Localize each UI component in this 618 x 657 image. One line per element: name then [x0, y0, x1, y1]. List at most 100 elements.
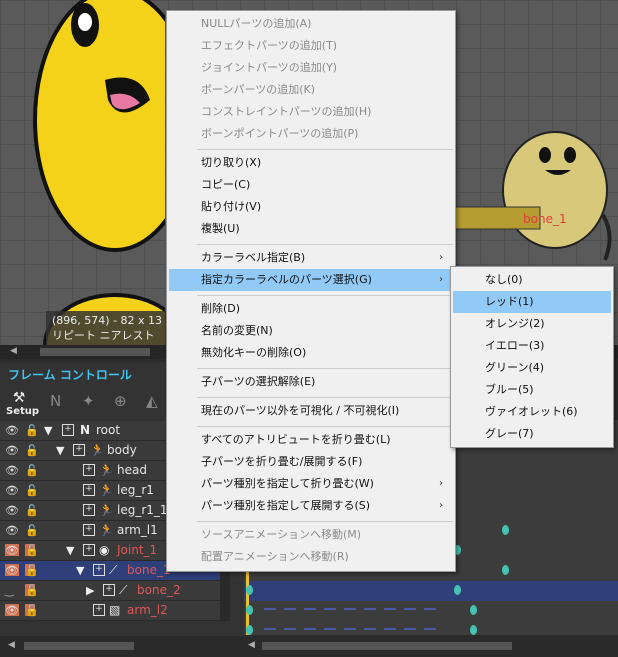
lock-icon[interactable]: 🔓 [25, 444, 39, 457]
setup-label: Setup [6, 406, 40, 417]
menu-separator [197, 149, 453, 150]
menu-go-placement-animation[interactable]: 配置アニメーションへ移動(R) [169, 546, 453, 568]
keyframe[interactable] [470, 625, 477, 635]
toggle-box-icon[interactable]: + [93, 564, 105, 576]
eye-icon[interactable]: 👁 [5, 524, 19, 537]
setup-button[interactable]: ⚒ Setup [6, 390, 40, 417]
timeline-hscrollbar[interactable]: ◀ [244, 636, 618, 657]
add-joint-icon[interactable]: ⊕ [114, 392, 127, 410]
expand-icon[interactable]: ▼ [56, 444, 64, 457]
tree-hscrollbar[interactable]: ◀ [0, 636, 244, 657]
eye-icon[interactable]: 👁 [5, 604, 19, 617]
menu-collapse-by-type[interactable]: パーツ種別を指定して折り畳む(W) › [169, 473, 453, 495]
lock-icon[interactable]: 🔓 [25, 604, 39, 617]
submenu-none[interactable]: なし(0) [453, 269, 611, 291]
scroll-left-icon[interactable]: ◀ [248, 640, 255, 650]
collapse-icon[interactable]: ▶ [86, 584, 94, 597]
eye-icon[interactable]: 👁 [5, 424, 19, 437]
submenu-arrow-icon: › [439, 500, 443, 511]
menu-paste[interactable]: 貼り付け(V) [169, 196, 453, 218]
add-bone-icon[interactable]: ◭ [146, 392, 158, 410]
lock-icon[interactable]: 🔓 [25, 424, 39, 437]
expand-icon[interactable]: ▼ [76, 564, 84, 577]
submenu-green[interactable]: グリーン(4) [453, 357, 611, 379]
expand-icon[interactable]: ▼ [44, 424, 52, 437]
eye-closed-icon[interactable]: ‿ [5, 584, 19, 597]
tree-label: arm_l2 [127, 603, 168, 617]
keyframe[interactable] [502, 565, 509, 575]
menu-delete[interactable]: 削除(D) [169, 298, 453, 320]
toggle-box-icon[interactable]: + [73, 444, 85, 456]
toggle-box-icon[interactable]: + [83, 544, 95, 556]
lock-icon[interactable]: 🔓 [25, 564, 39, 577]
eye-icon[interactable]: 👁 [5, 484, 19, 497]
eye-icon[interactable]: 👁 [5, 444, 19, 457]
submenu-orange[interactable]: オレンジ(2) [453, 313, 611, 335]
menu-duplicate[interactable]: 複製(U) [169, 218, 453, 240]
submenu-gray[interactable]: グレー(7) [453, 423, 611, 445]
toggle-box-icon[interactable]: + [62, 424, 74, 436]
lock-icon[interactable]: 🔓 [25, 484, 39, 497]
keyframe[interactable] [246, 605, 253, 615]
add-null-icon[interactable]: N [50, 392, 61, 410]
expand-icon[interactable]: ▼ [66, 544, 74, 557]
menu-deselect-children[interactable]: 子パーツの選択解除(E) [169, 371, 453, 393]
keyframe[interactable] [454, 585, 461, 595]
menu-toggle-children[interactable]: 子パーツを折り畳む/展開する(F) [169, 451, 453, 473]
lock-icon[interactable]: 🔓 [25, 544, 39, 557]
eye-icon[interactable]: 👁 [5, 544, 19, 557]
scroll-thumb[interactable] [40, 348, 150, 356]
menu-separator [197, 295, 453, 296]
menu-add-bone[interactable]: ボーンパーツの追加(K) [169, 79, 453, 101]
eye-icon[interactable]: 👁 [5, 504, 19, 517]
keyframe[interactable] [246, 625, 253, 635]
keyframe[interactable] [502, 525, 509, 535]
menu-color-label[interactable]: カラーラベル指定(B) › [169, 247, 453, 269]
toggle-box-icon[interactable]: + [83, 504, 95, 516]
constraint-part-icon: ▧ [109, 603, 121, 617]
menu-add-null[interactable]: NULLパーツの追加(A) [169, 13, 453, 35]
tree-row-arm-l2[interactable]: 👁 🔓 + ▧ arm_l2 [0, 601, 220, 621]
keyframe[interactable] [470, 605, 477, 615]
scroll-thumb[interactable] [24, 642, 134, 650]
menu-add-effect[interactable]: エフェクトパーツの追加(T) [169, 35, 453, 57]
lock-icon[interactable]: 🔓 [25, 464, 39, 477]
submenu-violet[interactable]: ヴァイオレット(6) [453, 401, 611, 423]
menu-add-bonepoint[interactable]: ボーンポイントパーツの追加(P) [169, 123, 453, 145]
toggle-box-icon[interactable]: + [83, 484, 95, 496]
toggle-box-icon[interactable]: + [83, 524, 95, 536]
submenu-blue[interactable]: ブルー(5) [453, 379, 611, 401]
submenu-red[interactable]: レッド(1) [453, 291, 611, 313]
menu-go-source-animation[interactable]: ソースアニメーションへ移動(M) [169, 524, 453, 546]
menu-copy[interactable]: コピー(C) [169, 174, 453, 196]
lock-icon[interactable]: 🔓 [25, 504, 39, 517]
lock-icon[interactable]: 🔓 [25, 524, 39, 537]
menu-cut[interactable]: 切り取り(X) [169, 152, 453, 174]
bone-part-icon: ⟋ [119, 583, 128, 597]
character-artwork [33, 0, 165, 345]
eye-icon[interactable]: 👁 [5, 464, 19, 477]
submenu-yellow[interactable]: イエロー(3) [453, 335, 611, 357]
toggle-box-icon[interactable]: + [83, 464, 95, 476]
menu-add-joint[interactable]: ジョイントパーツの追加(Y) [169, 57, 453, 79]
menu-expand-by-type[interactable]: パーツ種別を指定して展開する(S) › [169, 495, 453, 517]
toggle-box-icon[interactable]: + [103, 584, 115, 596]
lock-icon[interactable]: 🔓 [25, 584, 39, 597]
scroll-left-icon[interactable]: ◀ [8, 640, 15, 650]
menu-separator [197, 426, 453, 427]
keyframe[interactable] [246, 585, 253, 595]
scroll-left-icon[interactable]: ◀ [10, 346, 17, 356]
menu-delete-disabled-keys[interactable]: 無効化キーの削除(O) [169, 342, 453, 364]
menu-add-constraint[interactable]: コンストレイントパーツの追加(H) [169, 101, 453, 123]
tree-row-bone-2[interactable]: ‿ 🔓 ▶ + ⟋ bone_2 [0, 581, 220, 601]
normal-part-icon: 🏃 [99, 463, 114, 477]
menu-toggle-others-visibility[interactable]: 現在のパーツ以外を可視化 / 不可視化(I) [169, 400, 453, 422]
add-effect-icon[interactable]: ✦ [82, 392, 95, 410]
context-menu: NULLパーツの追加(A) エフェクトパーツの追加(T) ジョイントパーツの追加… [166, 10, 456, 572]
menu-select-by-color-label[interactable]: 指定カラーラベルのパーツ選択(G) › [169, 269, 453, 291]
scroll-thumb[interactable] [262, 642, 512, 650]
toggle-box-icon[interactable]: + [93, 604, 105, 616]
eye-icon[interactable]: 👁 [5, 564, 19, 577]
menu-collapse-all-attributes[interactable]: すべてのアトリビュートを折り畳む(L) [169, 429, 453, 451]
menu-rename[interactable]: 名前の変更(N) [169, 320, 453, 342]
